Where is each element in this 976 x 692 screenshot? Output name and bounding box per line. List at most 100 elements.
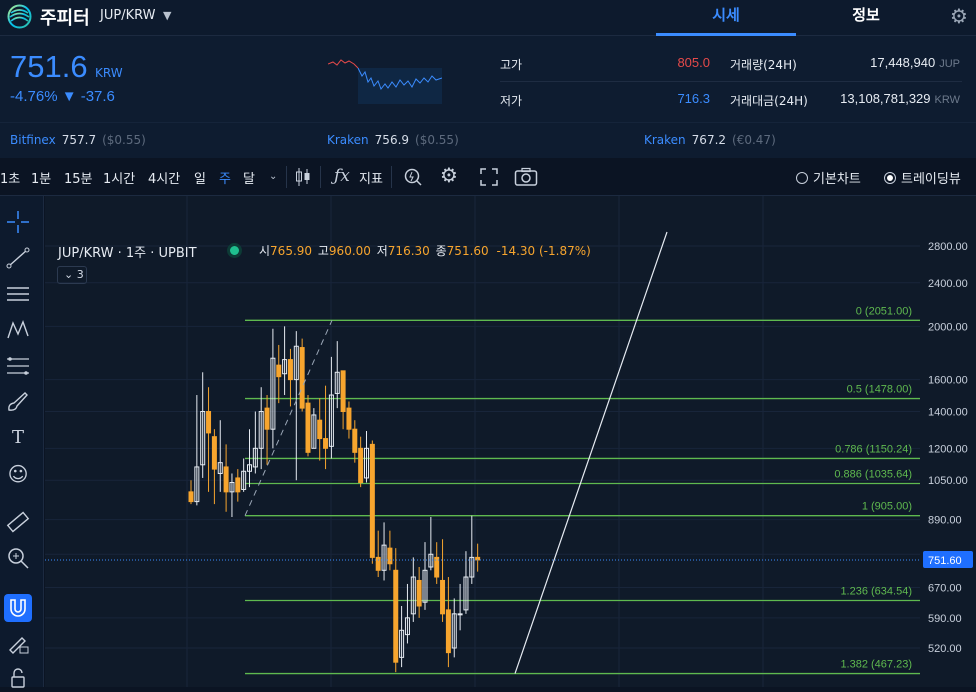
y-tick-label: 670.00 — [928, 582, 962, 594]
fib-level-label: 1 (905.00) — [862, 501, 912, 513]
candle-body — [264, 407, 270, 430]
candlestick-type-icon[interactable] — [295, 167, 311, 187]
lock-drawing-icon[interactable] — [4, 630, 32, 658]
open-value: 765.90 — [270, 244, 313, 258]
last-price-label: 751.60 — [928, 555, 962, 567]
gear-icon[interactable]: ⚙ — [950, 4, 968, 28]
low-label: 저가 — [500, 94, 523, 108]
candle-body — [352, 428, 358, 453]
app-header: 주피터 JUP/KRW ▼ 시세 정보 ⚙ — [0, 0, 976, 36]
open-label: 시 — [259, 244, 271, 258]
coin-name: 주피터 — [40, 8, 90, 29]
mode-label: 기본차트 — [813, 172, 861, 187]
text-tool-icon[interactable]: T — [4, 424, 32, 452]
function-icon[interactable]: ƒx — [334, 166, 350, 186]
candle-body — [206, 411, 212, 434]
exchange-item[interactable]: Kraken 756.9 ($0.55) — [327, 133, 459, 147]
lock-icon[interactable] — [4, 664, 32, 692]
candle-body — [358, 447, 364, 483]
y-tick-label: 890.00 — [928, 515, 962, 527]
fib-level-label: 0.786 (1150.24) — [835, 443, 912, 455]
brush-icon[interactable] — [4, 388, 32, 416]
candle-body — [287, 359, 293, 381]
radio-unselected-icon — [796, 172, 808, 184]
y-tick-label: 1200.00 — [928, 443, 968, 455]
candle-body — [387, 547, 393, 565]
horizontal-lines-icon[interactable] — [4, 280, 32, 308]
timeframe-15m[interactable]: 15분 — [64, 168, 93, 187]
fib-level-label: 1.382 (467.23) — [840, 659, 912, 671]
pattern-icon[interactable] — [4, 316, 32, 344]
exchange-price: 757.7 — [61, 133, 97, 147]
exchange-item[interactable]: Kraken 767.2 (€0.47) — [644, 133, 776, 147]
trend-line-icon[interactable] — [4, 244, 32, 272]
volume-unit: JUP — [939, 58, 960, 70]
zoom-icon[interactable] — [4, 544, 32, 572]
fullscreen-icon[interactable] — [480, 168, 498, 186]
timeframe-1m[interactable]: 1분 — [31, 168, 51, 187]
timeframe-month[interactable]: 달 — [243, 168, 255, 187]
y-tick-label: 2800.00 — [928, 241, 968, 253]
fib-level-label: 1.236 (634.54) — [840, 585, 912, 597]
mode-tradingview[interactable]: 트레이딩뷰 — [884, 168, 961, 187]
low-value: 716.30 — [387, 244, 430, 258]
alert-icon[interactable] — [403, 167, 423, 187]
candle-body — [211, 436, 217, 470]
candle-body — [457, 613, 463, 616]
camera-icon[interactable] — [514, 167, 538, 187]
candle-body — [276, 364, 282, 378]
drawing-tools: T ☺ — [0, 196, 44, 688]
timeframe-day[interactable]: 일 — [194, 168, 206, 187]
current-price: 751.6 — [10, 49, 88, 84]
tab-info[interactable]: 정보 — [796, 0, 936, 36]
mode-basic-chart[interactable]: 기본차트 — [796, 168, 861, 187]
magnet-icon[interactable] — [4, 594, 32, 622]
y-tick-label: 1600.00 — [928, 375, 968, 387]
ruler-icon[interactable] — [4, 508, 32, 536]
timeframe-4h[interactable]: 4시간 — [148, 168, 180, 187]
exchange-name: Kraken — [644, 133, 686, 147]
jupiter-logo-icon — [7, 4, 32, 29]
timeframe-week[interactable]: 주 — [219, 168, 231, 187]
candle-body — [416, 579, 422, 607]
collapse-indicators-button[interactable]: ⌄ 3 — [57, 266, 87, 284]
legend-title: JUP/KRW · 1주 · UPBIT — [58, 246, 197, 261]
emoji-icon[interactable]: ☺ — [4, 460, 32, 488]
ohlc-values: 시765.90 고960.00 저716.30 종751.60 -14.30 (… — [259, 242, 591, 259]
exchange-price: 767.2 — [691, 133, 727, 147]
candlestick-chart[interactable]: 2800.00 2400.00 2000.00 1600.00 1400.00 1200.… — [45, 196, 976, 687]
timeframe-1h[interactable]: 1시간 — [103, 168, 135, 187]
exchange-item[interactable]: Bitfinex 757.7 ($0.55) — [10, 133, 146, 147]
chevron-down-icon[interactable]: ⌄ — [269, 171, 277, 182]
pair-selector[interactable]: JUP/KRW — [100, 8, 155, 23]
timeframe-1s[interactable]: 1초 — [0, 168, 20, 187]
y-tick-label: 1400.00 — [928, 407, 968, 419]
indicators-button[interactable]: 지표 — [359, 168, 383, 187]
low-label: 저 — [376, 244, 388, 258]
volume-number: 17,448,940 — [870, 55, 936, 70]
price-chart[interactable]: 2800.00 2400.00 2000.00 1600.00 1400.00 1200.… — [45, 196, 976, 687]
high-value: 960.00 — [328, 244, 371, 258]
y-tick-label: 1050.00 — [928, 475, 968, 487]
tab-quotes[interactable]: 시세 — [656, 0, 796, 36]
y-tick-label: 590.00 — [928, 613, 962, 625]
fib-level-label: 0 (2051.00) — [856, 305, 912, 317]
fib-retracement-icon[interactable] — [4, 352, 32, 380]
turnover-number: 13,108,781,329 — [840, 91, 931, 106]
mini-sparkline — [328, 59, 442, 104]
chart-legend: JUP/KRW · 1주 · UPBIT — [58, 242, 197, 261]
chevron-down-icon[interactable]: ▼ — [163, 9, 171, 22]
divider — [500, 81, 962, 82]
turnover-label: 거래대금(24H) — [730, 94, 808, 108]
indicator-count: 3 — [76, 268, 84, 281]
volume-value: 17,448,940 JUP — [820, 55, 960, 70]
candle-body — [188, 491, 194, 503]
exchange-name: Kraken — [327, 133, 369, 147]
settings-icon[interactable]: ⚙ — [440, 163, 458, 187]
candle-body — [393, 569, 399, 663]
exchange-name: Bitfinex — [10, 133, 56, 147]
volume-label: 거래량(24H) — [730, 58, 797, 72]
trend-line — [514, 231, 668, 674]
market-status-icon — [230, 246, 239, 255]
crosshair-icon[interactable] — [4, 208, 32, 236]
